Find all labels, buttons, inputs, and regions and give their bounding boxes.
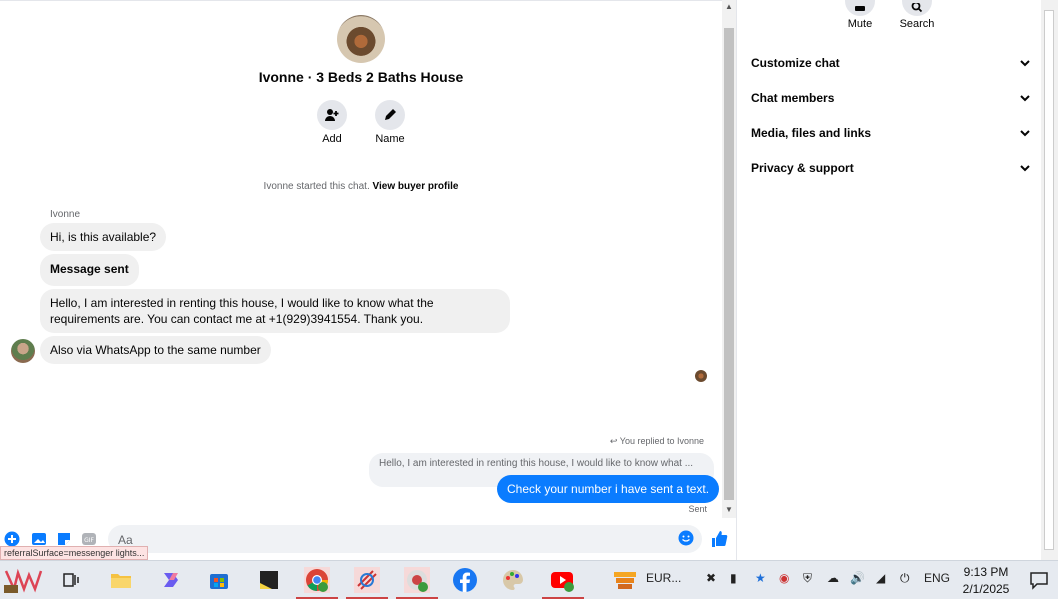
section-privacy-support[interactable]: Privacy & support bbox=[751, 161, 1031, 181]
cloud-offline-icon[interactable]: ☁ bbox=[827, 571, 839, 585]
chat-started-notice: Ivonne started this chat. View buyer pro… bbox=[0, 181, 722, 192]
section-customize-chat[interactable]: Customize chat bbox=[751, 56, 1031, 76]
message-input[interactable]: Aa bbox=[108, 525, 702, 553]
sticker-icon[interactable] bbox=[56, 531, 72, 547]
antivirus-icon[interactable]: ◉ bbox=[779, 571, 789, 585]
section-label: Customize chat bbox=[751, 56, 840, 70]
link-tooltip: referralSurface=messenger lights... bbox=[0, 546, 149, 560]
paint-app-icon[interactable] bbox=[346, 567, 388, 599]
bluetooth-icon[interactable]: ★ bbox=[755, 571, 766, 585]
incoming-message[interactable]: Message sent bbox=[40, 254, 139, 286]
incoming-message[interactable]: Hi, is this available? bbox=[40, 223, 167, 251]
currency-app-icon[interactable] bbox=[612, 567, 638, 593]
paint-palette-icon[interactable] bbox=[500, 567, 526, 593]
gif-icon[interactable]: GIF bbox=[81, 531, 97, 547]
chat-scroll-thumb[interactable] bbox=[724, 28, 734, 500]
language-indicator[interactable]: ENG bbox=[924, 571, 950, 585]
taskbar: EUR... ✖ ▮ ★ ◉ ⛨ ☁ 🔊 ◢ ⏻ ENG 9:13 PM 2/1… bbox=[0, 560, 1058, 599]
search-button[interactable] bbox=[902, 0, 932, 16]
started-text: Ivonne started this chat. bbox=[263, 181, 370, 192]
mute-button[interactable] bbox=[845, 0, 875, 16]
conversation-avatar[interactable] bbox=[337, 15, 385, 63]
youtube-icon[interactable] bbox=[542, 567, 584, 599]
widgets-icon[interactable] bbox=[4, 567, 44, 593]
section-media-files-links[interactable]: Media, files and links bbox=[751, 126, 1031, 146]
svg-text:GIF: GIF bbox=[84, 537, 94, 544]
chat-scrollbar[interactable]: ▲ ▼ bbox=[722, 0, 736, 518]
message-input-placeholder: Aa bbox=[118, 533, 133, 547]
speaker-icon[interactable]: 🔊 bbox=[850, 571, 865, 585]
section-label: Media, files and links bbox=[751, 126, 872, 140]
name-label: Name bbox=[375, 133, 405, 145]
section-label: Chat members bbox=[751, 91, 835, 105]
sent-status: Sent bbox=[688, 504, 707, 514]
store-icon[interactable] bbox=[206, 567, 232, 593]
wifi-icon[interactable]: ◢ bbox=[876, 571, 885, 585]
incoming-message[interactable]: Hello, I am interested in renting this h… bbox=[40, 289, 510, 333]
panel-scroll-thumb[interactable] bbox=[1044, 10, 1054, 550]
scroll-down-arrow-icon[interactable]: ▼ bbox=[725, 505, 733, 514]
add-label: Add bbox=[322, 133, 342, 145]
sender-name: Ivonne bbox=[50, 209, 81, 220]
chat-pane: Ivonne · 3 Beds 2 Baths House Add Name I… bbox=[0, 0, 722, 560]
network-alert-icon[interactable]: ✖ bbox=[706, 571, 716, 585]
reply-arrow-icon: ↩ bbox=[609, 436, 618, 446]
chrome-icon[interactable] bbox=[296, 567, 338, 599]
scroll-up-arrow-icon[interactable]: ▲ bbox=[725, 2, 733, 11]
add-people-button[interactable] bbox=[317, 100, 347, 130]
pencil-icon bbox=[385, 109, 396, 120]
section-label: Privacy & support bbox=[751, 161, 854, 175]
sticky-notes-icon[interactable] bbox=[256, 567, 282, 593]
chevron-down-icon bbox=[1020, 60, 1030, 67]
plus-icon[interactable] bbox=[4, 531, 20, 547]
add-person-icon bbox=[325, 109, 339, 121]
incoming-message[interactable]: Also via WhatsApp to the same number bbox=[40, 336, 271, 364]
replied-indicator: ↩ You replied to Ivonne bbox=[610, 436, 704, 447]
outgoing-message[interactable]: Check your number i have sent a text. bbox=[497, 475, 720, 503]
task-view-icon[interactable] bbox=[58, 567, 84, 593]
search-label: Search bbox=[899, 18, 935, 30]
clock-date: 2/1/2025 bbox=[962, 582, 1010, 596]
chevron-down-icon bbox=[1020, 95, 1030, 102]
shield-icon[interactable]: ⛨ bbox=[803, 571, 812, 586]
chevron-down-icon bbox=[1020, 165, 1030, 172]
chat-title: Ivonne · 3 Beds 2 Baths House bbox=[258, 69, 464, 85]
power-icon[interactable]: ⏻ bbox=[900, 571, 910, 586]
search-icon bbox=[911, 3, 923, 13]
read-receipt-avatar bbox=[695, 370, 707, 382]
sender-avatar[interactable] bbox=[11, 339, 35, 363]
file-explorer-icon[interactable] bbox=[108, 567, 134, 593]
chat-info-panel: Mute Search Customize chat Chat members … bbox=[736, 0, 1041, 560]
battery-icon[interactable]: ▮ bbox=[730, 571, 737, 585]
clock-time: 9:13 PM bbox=[963, 565, 1009, 579]
name-chat-button[interactable] bbox=[375, 100, 405, 130]
chevron-down-icon bbox=[1020, 130, 1030, 137]
replied-label: You replied to Ivonne bbox=[619, 436, 704, 446]
emoji-icon[interactable] bbox=[678, 530, 694, 546]
bell-icon bbox=[855, 6, 865, 11]
copilot-icon[interactable] bbox=[158, 567, 184, 593]
panel-scrollbar[interactable] bbox=[1041, 0, 1058, 560]
chrome-profile-icon[interactable] bbox=[396, 567, 438, 599]
pinned-app-label[interactable]: EUR... bbox=[646, 571, 681, 585]
mute-label: Mute bbox=[847, 18, 873, 30]
view-buyer-profile-link[interactable]: View buyer profile bbox=[373, 181, 459, 192]
like-thumb-icon[interactable] bbox=[710, 530, 728, 548]
clock[interactable]: 9:13 PM 2/1/2025 bbox=[955, 564, 1017, 598]
section-chat-members[interactable]: Chat members bbox=[751, 91, 1031, 111]
facebook-icon[interactable] bbox=[452, 567, 478, 593]
image-icon[interactable] bbox=[31, 531, 47, 547]
notification-center-icon[interactable] bbox=[1026, 567, 1052, 593]
